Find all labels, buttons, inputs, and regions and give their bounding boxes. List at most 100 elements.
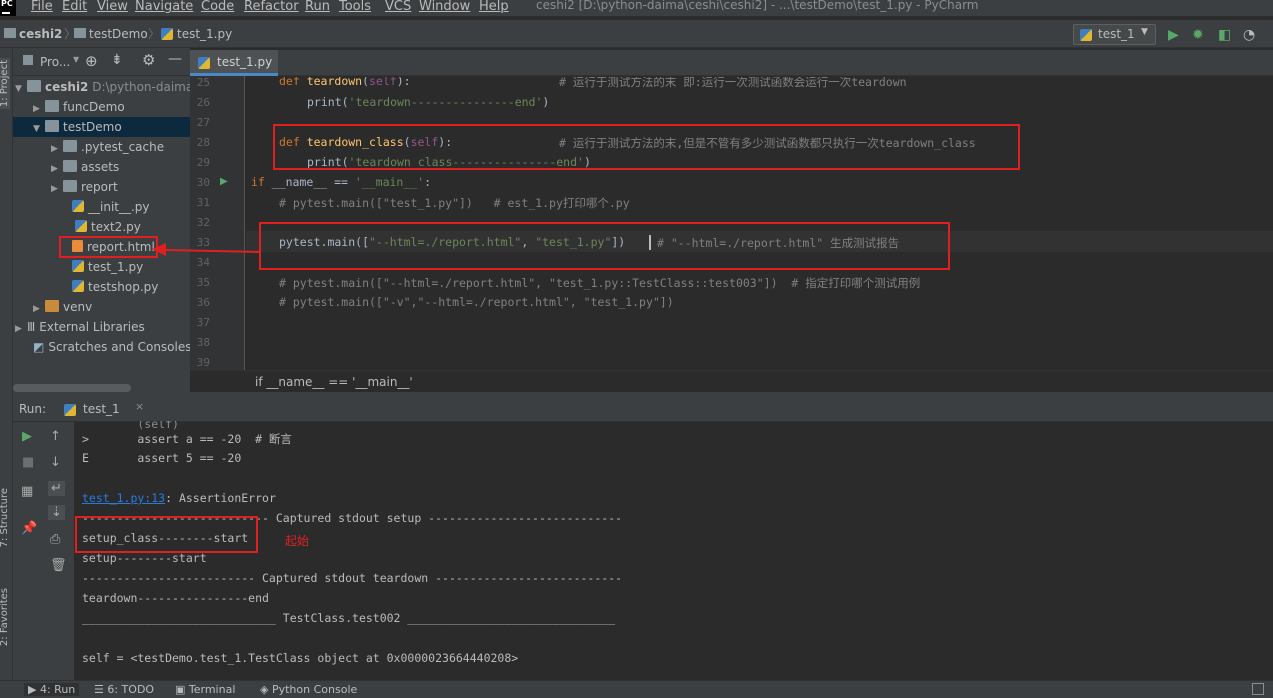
tree-item-test1[interactable]: test_1.py [72,257,143,277]
folder-icon [63,140,77,152]
up-arrow-icon[interactable]: ↑ [50,429,61,444]
menu-run[interactable]: Run [305,0,330,14]
menu-vcs[interactable]: VCS [385,0,411,14]
tree-item-report[interactable]: ▶ report [51,177,118,197]
code-token: : [424,175,432,189]
left-tool-strip: 1: Project 7: Structure 2: Favorites [0,48,13,698]
console-file-link[interactable]: test_1.py:13 [82,491,165,505]
folder-icon [45,100,59,112]
terminal-icon: ▣ [175,683,189,696]
tab-project[interactable]: 1: Project [0,58,10,110]
pin-icon[interactable]: 📌 [21,521,37,536]
trash-icon[interactable]: 🗑 [50,558,67,573]
tool-tab-label: Terminal [188,683,236,696]
breadcrumb-folder[interactable]: testDemo [89,27,148,41]
locate-icon[interactable]: ⊕ [85,52,98,70]
tool-tab-todo[interactable]: ☰ 6: TODO [94,683,154,696]
python-file-icon [72,200,84,212]
print-icon[interactable]: ⎙ [50,532,60,547]
menu-edit[interactable]: Edit [62,0,87,14]
menu-window[interactable]: Window [419,0,470,14]
run-icon[interactable]: ▶ [1168,27,1179,43]
scratch-icon: ◩ [33,340,45,354]
horizontal-scrollbar[interactable] [13,384,131,392]
breadcrumb-project[interactable]: ceshi2 [19,27,62,41]
list-icon: ☰ [94,683,108,696]
rerun-icon[interactable]: ▶ [22,429,32,444]
folder-icon [4,28,16,38]
menu-file[interactable]: File [31,0,53,14]
run-configuration-select[interactable]: test_1 ▼ [1073,24,1156,45]
scroll-to-end-icon[interactable]: ⇣ [48,505,65,520]
tool-tab-terminal[interactable]: ▣ Terminal [175,683,235,696]
coverage-icon[interactable]: ◧ [1218,27,1231,43]
python-file-icon [72,260,84,272]
editor-breadcrumb-label[interactable]: if __name__ == '__main__' [255,375,413,389]
profile-icon[interactable]: ◔ [1243,27,1255,43]
hide-icon[interactable]: — [168,51,182,67]
tree-label: funcDemo [63,100,125,114]
code-token: 'teardown---------------end' [348,95,543,109]
tree-item-pytest-cache[interactable]: ▶ .pytest_cache [51,137,164,157]
menu-code[interactable]: Code [201,0,234,14]
project-panel-header: Pro... ▼ ⊕ ⇟ ⚙ — [13,50,190,76]
tree-item-testshop[interactable]: testshop.py [72,277,158,297]
down-arrow-icon[interactable]: ↓ [50,455,61,470]
tab-structure[interactable]: 7: Structure [0,488,10,547]
menu-refactor[interactable]: Refactor [244,0,299,14]
chevron-right-icon: 〉 [148,27,161,41]
breadcrumb-file[interactable]: test_1.py [177,27,232,41]
annotation-label: 起始 [285,534,310,548]
tool-tab-python-console[interactable]: ◈ Python Console [260,683,357,696]
annotation-box-teardown-class [273,124,1020,170]
run-gutter-icon[interactable]: ▶ [220,176,228,187]
python-file-icon [1080,29,1092,41]
tree-item-external-libraries[interactable]: ▶ Ⅲ External Libraries [15,317,145,337]
tree-path: D:\python-daima [92,80,194,94]
menu-view[interactable]: View [97,0,128,14]
code-token: if [251,175,272,189]
tree-item-testdemo[interactable]: ▼ testDemo [13,117,190,137]
menu-navigate[interactable]: Navigate [135,0,193,14]
close-icon[interactable]: × [135,400,144,413]
tree-item-assets[interactable]: ▶ assets [51,157,119,177]
tool-tab-run[interactable]: ▶ 4: Run [24,683,80,696]
chevron-down-icon: ▼ [1141,27,1148,37]
pycharm-logo: PC [0,0,16,16]
tree-item-funcdemo[interactable]: ▶ funcDemo [33,97,125,117]
soft-wrap-icon[interactable]: ↵ [48,481,65,496]
line-number: 29 [196,156,210,169]
tree-item-init[interactable]: __init__.py [72,197,150,217]
chevron-down-icon: ▼ [15,84,22,94]
console-line: ------------------------- Captured stdou… [82,571,623,585]
tab-test-1[interactable]: test_1.py [190,50,278,76]
collapse-all-icon[interactable]: ⇟ [111,52,123,68]
folder-icon [63,160,77,172]
debug-icon[interactable]: ✹ [1192,27,1204,43]
python-file-icon [75,220,87,232]
event-log-icon[interactable] [1252,683,1264,695]
gear-icon[interactable]: ⚙ [142,51,155,69]
line-number: 25 [196,76,210,89]
run-tab-test-1[interactable]: test_1 [83,402,120,416]
menu-tools[interactable]: Tools [339,0,371,14]
run-panel-header: Run: test_1 × [13,398,1273,422]
chevron-down-icon[interactable]: ▼ [73,55,79,64]
editor-tab-bar [190,50,1273,76]
tree-label: test_1.py [88,260,144,274]
code-token: '__main__' [354,175,425,189]
tree-item-ceshi2[interactable]: ▼ ceshi2 D:\python-daima [15,77,194,97]
tree-label: testDemo [63,120,122,134]
tree-item-scratches[interactable]: ◩ Scratches and Consoles [33,337,191,357]
stop-icon[interactable]: ■ [22,455,34,470]
project-panel-title[interactable]: Pro... [40,55,70,69]
tree-item-venv[interactable]: ▶ venv [33,297,92,317]
tab-favorites[interactable]: 2: Favorites [0,588,10,646]
layout-icon[interactable]: ▦ [21,484,33,499]
tree-item-text2[interactable]: text2.py [75,217,141,237]
play-icon: ▶ [28,683,40,696]
chevron-right-icon: ▶ [51,164,58,174]
menu-help[interactable]: Help [479,0,509,14]
folder-icon [74,28,86,38]
tool-tab-label: 4: Run [39,683,76,696]
